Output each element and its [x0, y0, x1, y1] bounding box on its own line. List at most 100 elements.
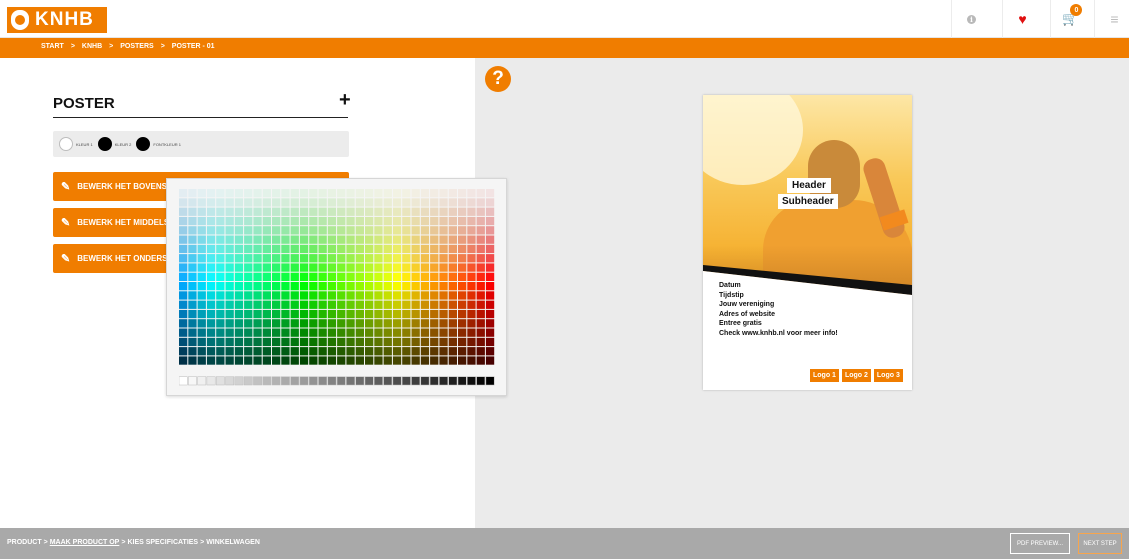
color-cell[interactable] [392, 282, 402, 291]
color-cell[interactable] [179, 337, 188, 347]
color-cell[interactable] [299, 226, 309, 235]
color-cell[interactable] [420, 235, 430, 244]
color-cell[interactable] [281, 216, 290, 226]
color-cell[interactable] [262, 207, 271, 216]
color-cell[interactable] [374, 198, 383, 207]
color-cell[interactable] [337, 291, 346, 300]
color-cell[interactable] [485, 235, 495, 244]
color-cell[interactable] [365, 272, 374, 281]
color-cell[interactable] [299, 198, 309, 207]
color-cell[interactable] [225, 226, 234, 235]
color-cell[interactable] [281, 272, 290, 281]
color-cell[interactable] [253, 254, 262, 263]
color-cell[interactable] [281, 189, 290, 198]
color-cell[interactable] [188, 300, 197, 309]
color-cell[interactable] [402, 254, 411, 263]
color-cell[interactable] [392, 328, 402, 337]
color-cell[interactable] [355, 189, 364, 198]
color-cell[interactable] [374, 337, 383, 347]
color-cell[interactable] [420, 244, 430, 254]
color-cell[interactable] [355, 319, 364, 328]
breadcrumb-start[interactable]: START [41, 43, 64, 50]
poster-subheader-text[interactable]: Subheader [778, 194, 838, 209]
color-cell[interactable] [197, 300, 206, 309]
color-cell[interactable] [281, 291, 290, 300]
color-cell[interactable] [467, 189, 476, 198]
color-cell[interactable] [420, 207, 430, 216]
color-cell[interactable] [272, 235, 281, 244]
color-cell[interactable] [244, 347, 253, 356]
color-cell[interactable] [216, 263, 225, 272]
color-cell[interactable] [327, 226, 337, 235]
color-cell[interactable] [206, 235, 216, 244]
color-cell[interactable] [420, 300, 430, 309]
color-cell[interactable] [309, 235, 318, 244]
color-cell[interactable] [225, 300, 234, 309]
color-cell[interactable] [430, 309, 439, 319]
color-cell[interactable] [318, 216, 327, 226]
color-cell[interactable] [272, 309, 281, 319]
color-cell[interactable] [346, 244, 355, 254]
color-cell[interactable] [402, 244, 411, 254]
color-cell[interactable] [290, 244, 299, 254]
color-cell[interactable] [420, 337, 430, 347]
color-cell[interactable] [392, 337, 402, 347]
color-swatch-fontkleur-1[interactable] [136, 137, 151, 151]
color-cell[interactable] [272, 198, 281, 207]
color-cell[interactable] [448, 291, 457, 300]
color-cell[interactable] [272, 207, 281, 216]
color-cell[interactable] [179, 319, 188, 328]
color-cell[interactable] [458, 319, 467, 328]
color-cell[interactable] [188, 282, 197, 291]
color-cell[interactable] [458, 356, 467, 365]
color-cell[interactable] [206, 272, 216, 281]
color-cell[interactable] [383, 226, 392, 235]
color-cell[interactable] [430, 282, 439, 291]
color-cell[interactable] [430, 226, 439, 235]
help-button[interactable]: ? [485, 66, 511, 92]
color-cell[interactable] [188, 319, 197, 328]
color-cell[interactable] [216, 189, 225, 198]
color-cell[interactable] [402, 189, 411, 198]
color-cell[interactable] [383, 291, 392, 300]
color-cell[interactable] [244, 291, 253, 300]
color-cell[interactable] [253, 216, 262, 226]
color-cell[interactable] [448, 189, 457, 198]
color-cell[interactable] [318, 207, 327, 216]
color-cell[interactable] [392, 189, 402, 198]
color-cell[interactable] [458, 263, 467, 272]
color-cell[interactable] [355, 309, 364, 319]
color-cell[interactable] [485, 291, 495, 300]
color-cell[interactable] [411, 319, 420, 328]
color-cell[interactable] [392, 226, 402, 235]
color-cell[interactable] [346, 328, 355, 337]
color-cell[interactable] [262, 254, 271, 263]
color-cell[interactable] [420, 282, 430, 291]
step-maak-product-op[interactable]: MAAK PRODUCT OP [50, 539, 120, 546]
color-cell[interactable] [485, 337, 495, 347]
color-cell[interactable] [448, 272, 457, 281]
color-cell[interactable] [337, 300, 346, 309]
color-cell[interactable] [262, 272, 271, 281]
color-cell[interactable] [467, 272, 476, 281]
color-cell[interactable] [485, 347, 495, 356]
color-cell[interactable] [299, 263, 309, 272]
color-cell[interactable] [234, 282, 244, 291]
color-cell[interactable] [392, 309, 402, 319]
color-cell[interactable] [244, 319, 253, 328]
color-cell[interactable] [290, 309, 299, 319]
color-cell[interactable] [253, 198, 262, 207]
color-cell[interactable] [448, 328, 457, 337]
color-cell[interactable] [272, 291, 281, 300]
color-cell[interactable] [365, 198, 374, 207]
color-cell[interactable] [309, 300, 318, 309]
color-cell[interactable] [458, 300, 467, 309]
color-cell[interactable] [216, 337, 225, 347]
color-cell[interactable] [216, 347, 225, 356]
color-cell[interactable] [448, 337, 457, 347]
color-cell[interactable] [262, 226, 271, 235]
color-cell[interactable] [188, 263, 197, 272]
color-cell[interactable] [458, 282, 467, 291]
color-cell[interactable] [476, 244, 485, 254]
grayscale-cell[interactable] [206, 376, 216, 386]
